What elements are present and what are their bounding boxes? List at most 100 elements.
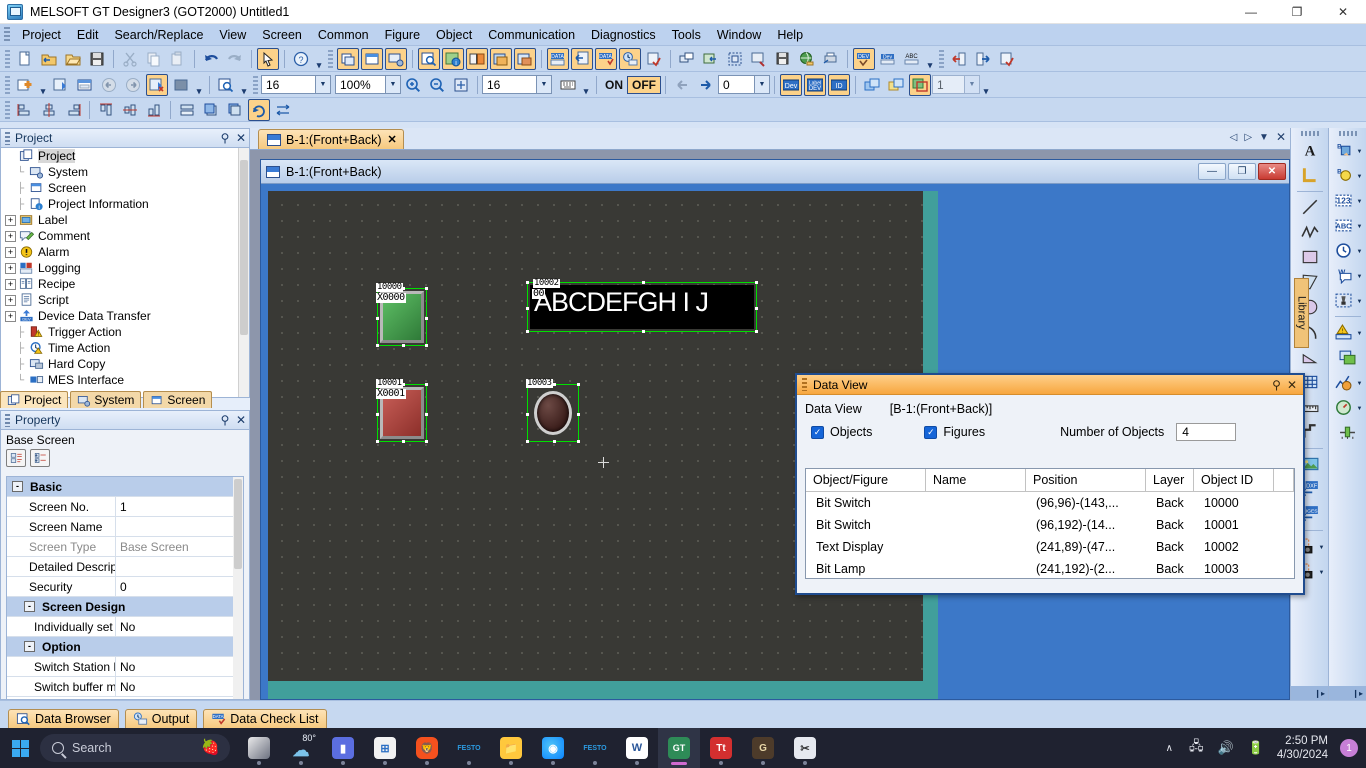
edge-browser-icon[interactable]: ◉ (532, 728, 574, 768)
table-row[interactable]: Text Display (241,89)-(47... Back 10002 (806, 536, 1294, 558)
menu-item-view[interactable]: View (211, 26, 254, 44)
notification-badge[interactable]: 1 (1340, 739, 1358, 757)
toolbar-grip[interactable] (939, 49, 944, 68)
alarm-display-tool-icon[interactable]: ! ▼ (1331, 320, 1365, 344)
tree-item-time-action[interactable]: ├ Time Action (1, 340, 249, 356)
property-row-switch-station[interactable]: Switch Station N No (7, 657, 243, 677)
object-id-display-button[interactable]: ID (828, 73, 850, 96)
chevron-down-icon[interactable]: ▼ (385, 76, 400, 93)
rectangle-tool-icon[interactable] (1298, 245, 1322, 269)
pin-icon[interactable]: ⚲ (217, 413, 233, 427)
chevron-down-icon[interactable]: ▼ (315, 76, 330, 93)
menu-item-search-replace[interactable]: Search/Replace (106, 26, 211, 44)
new-screen-dropdown[interactable]: ▾ (37, 75, 49, 95)
close-screen-icon[interactable] (146, 73, 168, 96)
bit-lamp-tool-icon[interactable]: B ▼ (1331, 163, 1365, 187)
panel-grip[interactable] (5, 413, 10, 427)
chevron-down-icon[interactable]: ▼ (964, 76, 979, 93)
gt-designer-icon[interactable]: GT (658, 728, 700, 768)
snipping-tool-icon[interactable]: ✂ (784, 728, 826, 768)
toolbar-grip[interactable] (5, 100, 10, 119)
project-tree[interactable]: Project └ System ├ Screen ├ i Project In… (0, 148, 250, 398)
library-tab[interactable]: Library (1294, 278, 1309, 348)
tree-item-project-information[interactable]: ├ i Project Information (1, 196, 249, 212)
menu-item-communication[interactable]: Communication (480, 26, 583, 44)
align-right-icon[interactable] (62, 99, 84, 121)
align-bottom-icon[interactable] (143, 99, 165, 121)
column-header-layer[interactable]: Layer (1146, 469, 1194, 491)
tree-item-logging[interactable]: + Logging (1, 260, 249, 276)
sort-category-icon[interactable] (6, 449, 26, 467)
save-as-icon[interactable] (772, 48, 794, 70)
keyboard-icon[interactable] (557, 74, 579, 96)
network-icon[interactable]: 🖧 (1189, 737, 1204, 759)
document-tab[interactable]: B-1:(Front+Back) ✕ (258, 129, 404, 149)
property-value[interactable] (115, 557, 243, 576)
tab-prev-button[interactable]: ◁ (1230, 132, 1238, 143)
tree-expander[interactable]: + (5, 214, 16, 226)
sort-alpha-icon[interactable] (30, 449, 50, 467)
chevron-down-icon[interactable]: ▼ (536, 76, 551, 93)
column-header-object-id[interactable]: Object ID (1194, 469, 1274, 491)
tool-icon[interactable] (748, 48, 770, 70)
comment-display-tool-icon[interactable]: W ▼ (1331, 263, 1365, 287)
menu-item-tools[interactable]: Tools (664, 26, 709, 44)
close-icon[interactable]: ✕ (233, 413, 249, 427)
fit-icon[interactable] (450, 74, 472, 96)
menu-item-screen[interactable]: Screen (254, 26, 310, 44)
data-import-icon[interactable] (571, 47, 593, 70)
property-value[interactable] (115, 517, 243, 536)
toolbar-overflow-button[interactable]: ▾ (980, 75, 992, 95)
tree-expander[interactable]: + (5, 294, 16, 306)
tray-chevron-icon[interactable]: ∧ (1166, 743, 1173, 754)
toolbar-grip[interactable] (5, 75, 10, 94)
minimize-button[interactable]: — (1228, 0, 1274, 24)
scrollbar-thumb[interactable] (240, 160, 248, 335)
open-screen-icon[interactable] (50, 74, 72, 96)
history-icon[interactable] (619, 47, 641, 70)
bit-switch-tool-icon[interactable]: B ▼ (1331, 138, 1365, 162)
microsoft-store-icon[interactable]: ⊞ (364, 728, 406, 768)
chevron-down-icon[interactable]: ▼ (1357, 224, 1363, 230)
chevron-down-icon[interactable]: ▼ (1319, 545, 1325, 551)
abc-icon[interactable]: ABC (901, 48, 923, 70)
open-recent-icon[interactable] (38, 48, 60, 70)
align-icon[interactable] (676, 48, 698, 70)
tree-item-system[interactable]: └ System (1, 164, 249, 180)
parts2-icon[interactable] (514, 47, 536, 70)
panel-grip[interactable] (5, 131, 10, 145)
toolbar-grip[interactable] (1300, 131, 1319, 136)
numerical-display-tool-icon[interactable]: 123 ▼ (1331, 188, 1365, 212)
menu-item-project[interactable]: Project (14, 26, 69, 44)
property-value[interactable]: No (115, 617, 243, 636)
bring-front-icon[interactable] (200, 99, 222, 121)
sector-tool-icon[interactable] (1298, 345, 1322, 369)
data-check-icon[interactable]: DATA (595, 47, 617, 70)
frame-icon[interactable] (724, 48, 746, 70)
next-state-icon[interactable] (695, 74, 717, 96)
tree-expander[interactable]: + (5, 262, 16, 274)
menu-item-diagnostics[interactable]: Diagnostics (583, 26, 664, 44)
chevron-down-icon[interactable]: ▼ (1357, 274, 1363, 280)
level-combo[interactable]: 1 ▼ (932, 75, 980, 94)
off-state-button[interactable]: OFF (627, 75, 661, 94)
festo-app2-icon[interactable]: FESTO (574, 728, 616, 768)
property-value[interactable]: No (115, 657, 243, 676)
screen-minimize-button[interactable]: — (1198, 163, 1226, 180)
category-expander[interactable]: - (24, 641, 35, 652)
data-icon[interactable]: DATA (547, 47, 569, 70)
font-size-combo[interactable]: 16 ▼ (261, 75, 331, 94)
object-toolbar-overflow[interactable]: ❙▸ (1329, 686, 1366, 700)
device-search-icon[interactable]: DEV (853, 47, 875, 70)
word-icon[interactable]: W (616, 728, 658, 768)
column-header-name[interactable]: Name (926, 469, 1026, 491)
data-view-table[interactable]: Object/Figure Name Position Layer Object… (805, 468, 1295, 579)
property-row-screen-name[interactable]: Screen Name (7, 517, 243, 537)
date-time-display-tool-icon[interactable]: ▼ (1331, 238, 1365, 262)
chevron-down-icon[interactable]: ▼ (1319, 570, 1325, 576)
property-row-individually-set[interactable]: Individually set t No (7, 617, 243, 637)
menu-item-help[interactable]: Help (769, 26, 811, 44)
close-icon[interactable]: ✕ (233, 131, 249, 145)
login-icon[interactable] (948, 48, 970, 70)
chevron-down-icon[interactable]: ▼ (1357, 331, 1363, 337)
